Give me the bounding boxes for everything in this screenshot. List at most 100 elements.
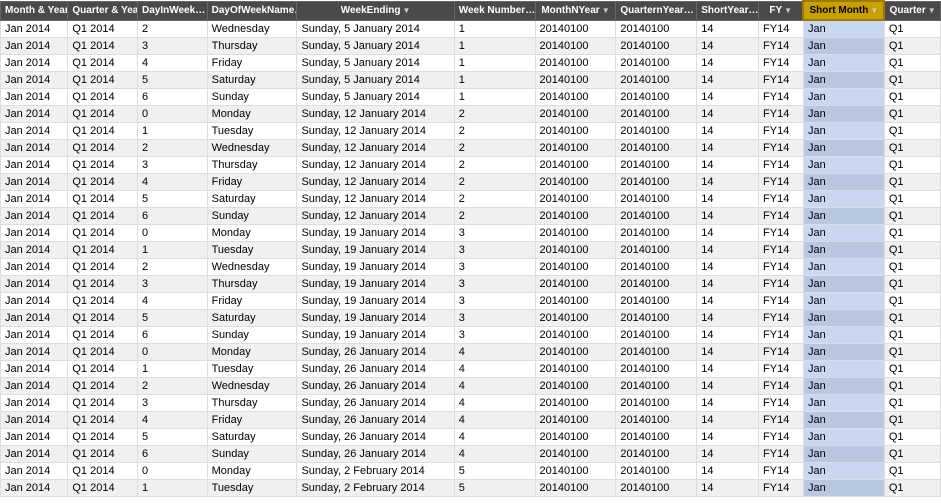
cell-dayofweekname: Saturday <box>207 310 297 327</box>
column-header-shortyear[interactable]: ShortYear▼ <box>697 1 759 20</box>
cell-weeknumber: 3 <box>454 242 535 259</box>
cell-month: Jan 2014 <box>1 259 68 276</box>
cell-fy: FY14 <box>759 463 804 480</box>
column-header-dayofweekname[interactable]: DayOfWeekName▼ <box>207 1 297 20</box>
cell-monthnyear: 20140100 <box>535 412 616 429</box>
cell-month: Jan 2014 <box>1 327 68 344</box>
cell-dayinweek: 1 <box>138 480 208 497</box>
filter-icon-shortmonth[interactable]: ▼ <box>870 6 878 15</box>
cell-dayofweekname: Tuesday <box>207 123 297 140</box>
cell-weekending: Sunday, 26 January 2014 <box>297 446 454 463</box>
cell-quarter: Q1 2014 <box>68 55 138 72</box>
table-row: Jan 2014Q1 20142WednesdaySunday, 19 Janu… <box>1 259 941 276</box>
cell-quarternYear: 20140100 <box>616 293 697 310</box>
cell-quarterend: Q1 <box>884 106 940 123</box>
filter-icon-fy[interactable]: ▼ <box>784 6 792 15</box>
table-row: Jan 2014Q1 20146SundaySunday, 5 January … <box>1 89 941 106</box>
cell-dayofweekname: Sunday <box>207 327 297 344</box>
cell-dayofweekname: Wednesday <box>207 140 297 157</box>
cell-quarterend: Q1 <box>884 259 940 276</box>
cell-fy: FY14 <box>759 242 804 259</box>
column-header-fy[interactable]: FY▼ <box>759 1 804 20</box>
cell-dayofweekname: Monday <box>207 344 297 361</box>
table-row: Jan 2014Q1 20144FridaySunday, 19 January… <box>1 293 941 310</box>
cell-quarternYear: 20140100 <box>616 140 697 157</box>
cell-weeknumber: 1 <box>454 89 535 106</box>
filter-icon-monthnyear[interactable]: ▼ <box>602 6 610 15</box>
cell-dayofweekname: Thursday <box>207 38 297 55</box>
cell-shortyear: 14 <box>697 140 759 157</box>
cell-fy: FY14 <box>759 344 804 361</box>
cell-shortmonth: Jan <box>803 242 884 259</box>
cell-month: Jan 2014 <box>1 344 68 361</box>
filter-icon-quarterend[interactable]: ▼ <box>928 6 936 15</box>
cell-quarternYear: 20140100 <box>616 395 697 412</box>
cell-dayofweekname: Saturday <box>207 191 297 208</box>
cell-month: Jan 2014 <box>1 310 68 327</box>
cell-month: Jan 2014 <box>1 293 68 310</box>
cell-weekending: Sunday, 12 January 2014 <box>297 174 454 191</box>
cell-weeknumber: 2 <box>454 140 535 157</box>
cell-dayinweek: 6 <box>138 208 208 225</box>
cell-dayinweek: 4 <box>138 55 208 72</box>
cell-quarterend: Q1 <box>884 55 940 72</box>
table-row: Jan 2014Q1 20146SundaySunday, 26 January… <box>1 446 941 463</box>
cell-quarternYear: 20140100 <box>616 259 697 276</box>
cell-dayofweekname: Thursday <box>207 157 297 174</box>
cell-weeknumber: 2 <box>454 208 535 225</box>
cell-dayinweek: 3 <box>138 395 208 412</box>
cell-quarternYear: 20140100 <box>616 429 697 446</box>
column-header-weekending[interactable]: WeekEnding▼ <box>297 1 454 20</box>
cell-quarternYear: 20140100 <box>616 106 697 123</box>
cell-quarter: Q1 2014 <box>68 157 138 174</box>
cell-weekending: Sunday, 2 February 2014 <box>297 463 454 480</box>
column-header-quarterend[interactable]: Quarter▼ <box>884 1 940 20</box>
cell-month: Jan 2014 <box>1 446 68 463</box>
cell-weeknumber: 3 <box>454 310 535 327</box>
table-row: Jan 2014Q1 20142WednesdaySunday, 26 Janu… <box>1 378 941 395</box>
cell-dayofweekname: Monday <box>207 106 297 123</box>
cell-shortyear: 14 <box>697 480 759 497</box>
cell-fy: FY14 <box>759 208 804 225</box>
column-header-month[interactable]: Month & Year▼ <box>1 1 68 20</box>
cell-quarterend: Q1 <box>884 446 940 463</box>
cell-quarter: Q1 2014 <box>68 446 138 463</box>
cell-quarternYear: 20140100 <box>616 225 697 242</box>
column-header-monthnyear[interactable]: MonthNYear▼ <box>535 1 616 20</box>
cell-dayofweekname: Friday <box>207 55 297 72</box>
cell-monthnyear: 20140100 <box>535 310 616 327</box>
column-header-quarter[interactable]: Quarter & Year▼ <box>68 1 138 20</box>
cell-quarter: Q1 2014 <box>68 259 138 276</box>
cell-shortmonth: Jan <box>803 123 884 140</box>
table-row: Jan 2014Q1 20144FridaySunday, 12 January… <box>1 174 941 191</box>
cell-monthnyear: 20140100 <box>535 225 616 242</box>
column-header-weeknumber[interactable]: Week Number▼ <box>454 1 535 20</box>
cell-month: Jan 2014 <box>1 378 68 395</box>
cell-month: Jan 2014 <box>1 412 68 429</box>
column-header-dayinweek[interactable]: DayInWeek▼ <box>138 1 208 20</box>
cell-fy: FY14 <box>759 310 804 327</box>
cell-quarternYear: 20140100 <box>616 38 697 55</box>
cell-fy: FY14 <box>759 446 804 463</box>
cell-shortyear: 14 <box>697 463 759 480</box>
table-row: Jan 2014Q1 20146SundaySunday, 19 January… <box>1 327 941 344</box>
cell-quarternYear: 20140100 <box>616 55 697 72</box>
cell-dayinweek: 1 <box>138 123 208 140</box>
cell-dayinweek: 6 <box>138 446 208 463</box>
cell-quarternYear: 20140100 <box>616 208 697 225</box>
table-row: Jan 2014Q1 20145SaturdaySunday, 5 Januar… <box>1 72 941 89</box>
cell-shortyear: 14 <box>697 20 759 38</box>
data-table: Month & Year▼Quarter & Year▼DayInWeek▼Da… <box>0 0 941 497</box>
cell-quarternYear: 20140100 <box>616 89 697 106</box>
column-header-shortmonth[interactable]: Short Month▼ <box>803 1 884 20</box>
cell-shortyear: 14 <box>697 327 759 344</box>
cell-month: Jan 2014 <box>1 55 68 72</box>
filter-icon-weekending[interactable]: ▼ <box>403 6 411 15</box>
cell-shortmonth: Jan <box>803 412 884 429</box>
cell-quarternYear: 20140100 <box>616 480 697 497</box>
cell-quarterend: Q1 <box>884 191 940 208</box>
column-header-quarternYear[interactable]: QuarternYear▼ <box>616 1 697 20</box>
cell-month: Jan 2014 <box>1 38 68 55</box>
cell-monthnyear: 20140100 <box>535 327 616 344</box>
cell-fy: FY14 <box>759 480 804 497</box>
